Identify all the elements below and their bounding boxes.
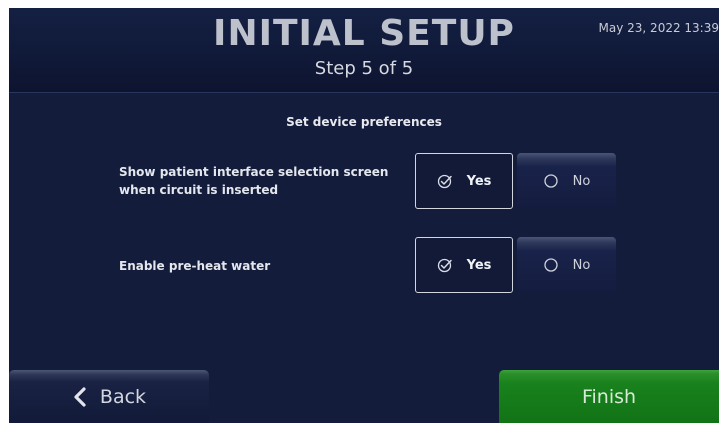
header: INITIAL SETUP Step 5 of 5 May 23, 2022 1… — [9, 8, 719, 93]
section-title: Set device preferences — [286, 115, 442, 129]
patient-interface-no-option[interactable]: No — [517, 153, 616, 209]
patient-interface-yes-option[interactable]: Yes — [415, 153, 513, 209]
finish-button[interactable]: Finish — [499, 370, 719, 423]
chevron-left-icon — [72, 386, 88, 407]
option-label: Yes — [466, 173, 492, 189]
option-label: No — [572, 257, 591, 273]
option-label: No — [572, 173, 591, 189]
pref-label-preheat-water: Enable pre-heat water — [119, 259, 271, 273]
finish-button-label: Finish — [581, 385, 637, 408]
step-indicator: Step 5 of 5 — [314, 58, 414, 79]
back-button-label: Back — [99, 385, 147, 408]
radio-empty-icon — [543, 257, 559, 273]
radio-empty-icon — [543, 173, 559, 189]
pref-label-patient-interface: Show patient interface selection screen … — [119, 165, 389, 197]
option-label: Yes — [466, 257, 492, 273]
preheat-water-no-option[interactable]: No — [517, 237, 616, 293]
check-circle-icon — [437, 173, 453, 189]
setup-screen: INITIAL SETUP Step 5 of 5 May 23, 2022 1… — [9, 8, 719, 423]
back-button[interactable]: Back — [9, 370, 209, 423]
datetime-display: May 23, 2022 13:39 — [598, 21, 719, 35]
check-circle-icon — [437, 257, 453, 273]
preheat-water-yes-option[interactable]: Yes — [415, 237, 513, 293]
